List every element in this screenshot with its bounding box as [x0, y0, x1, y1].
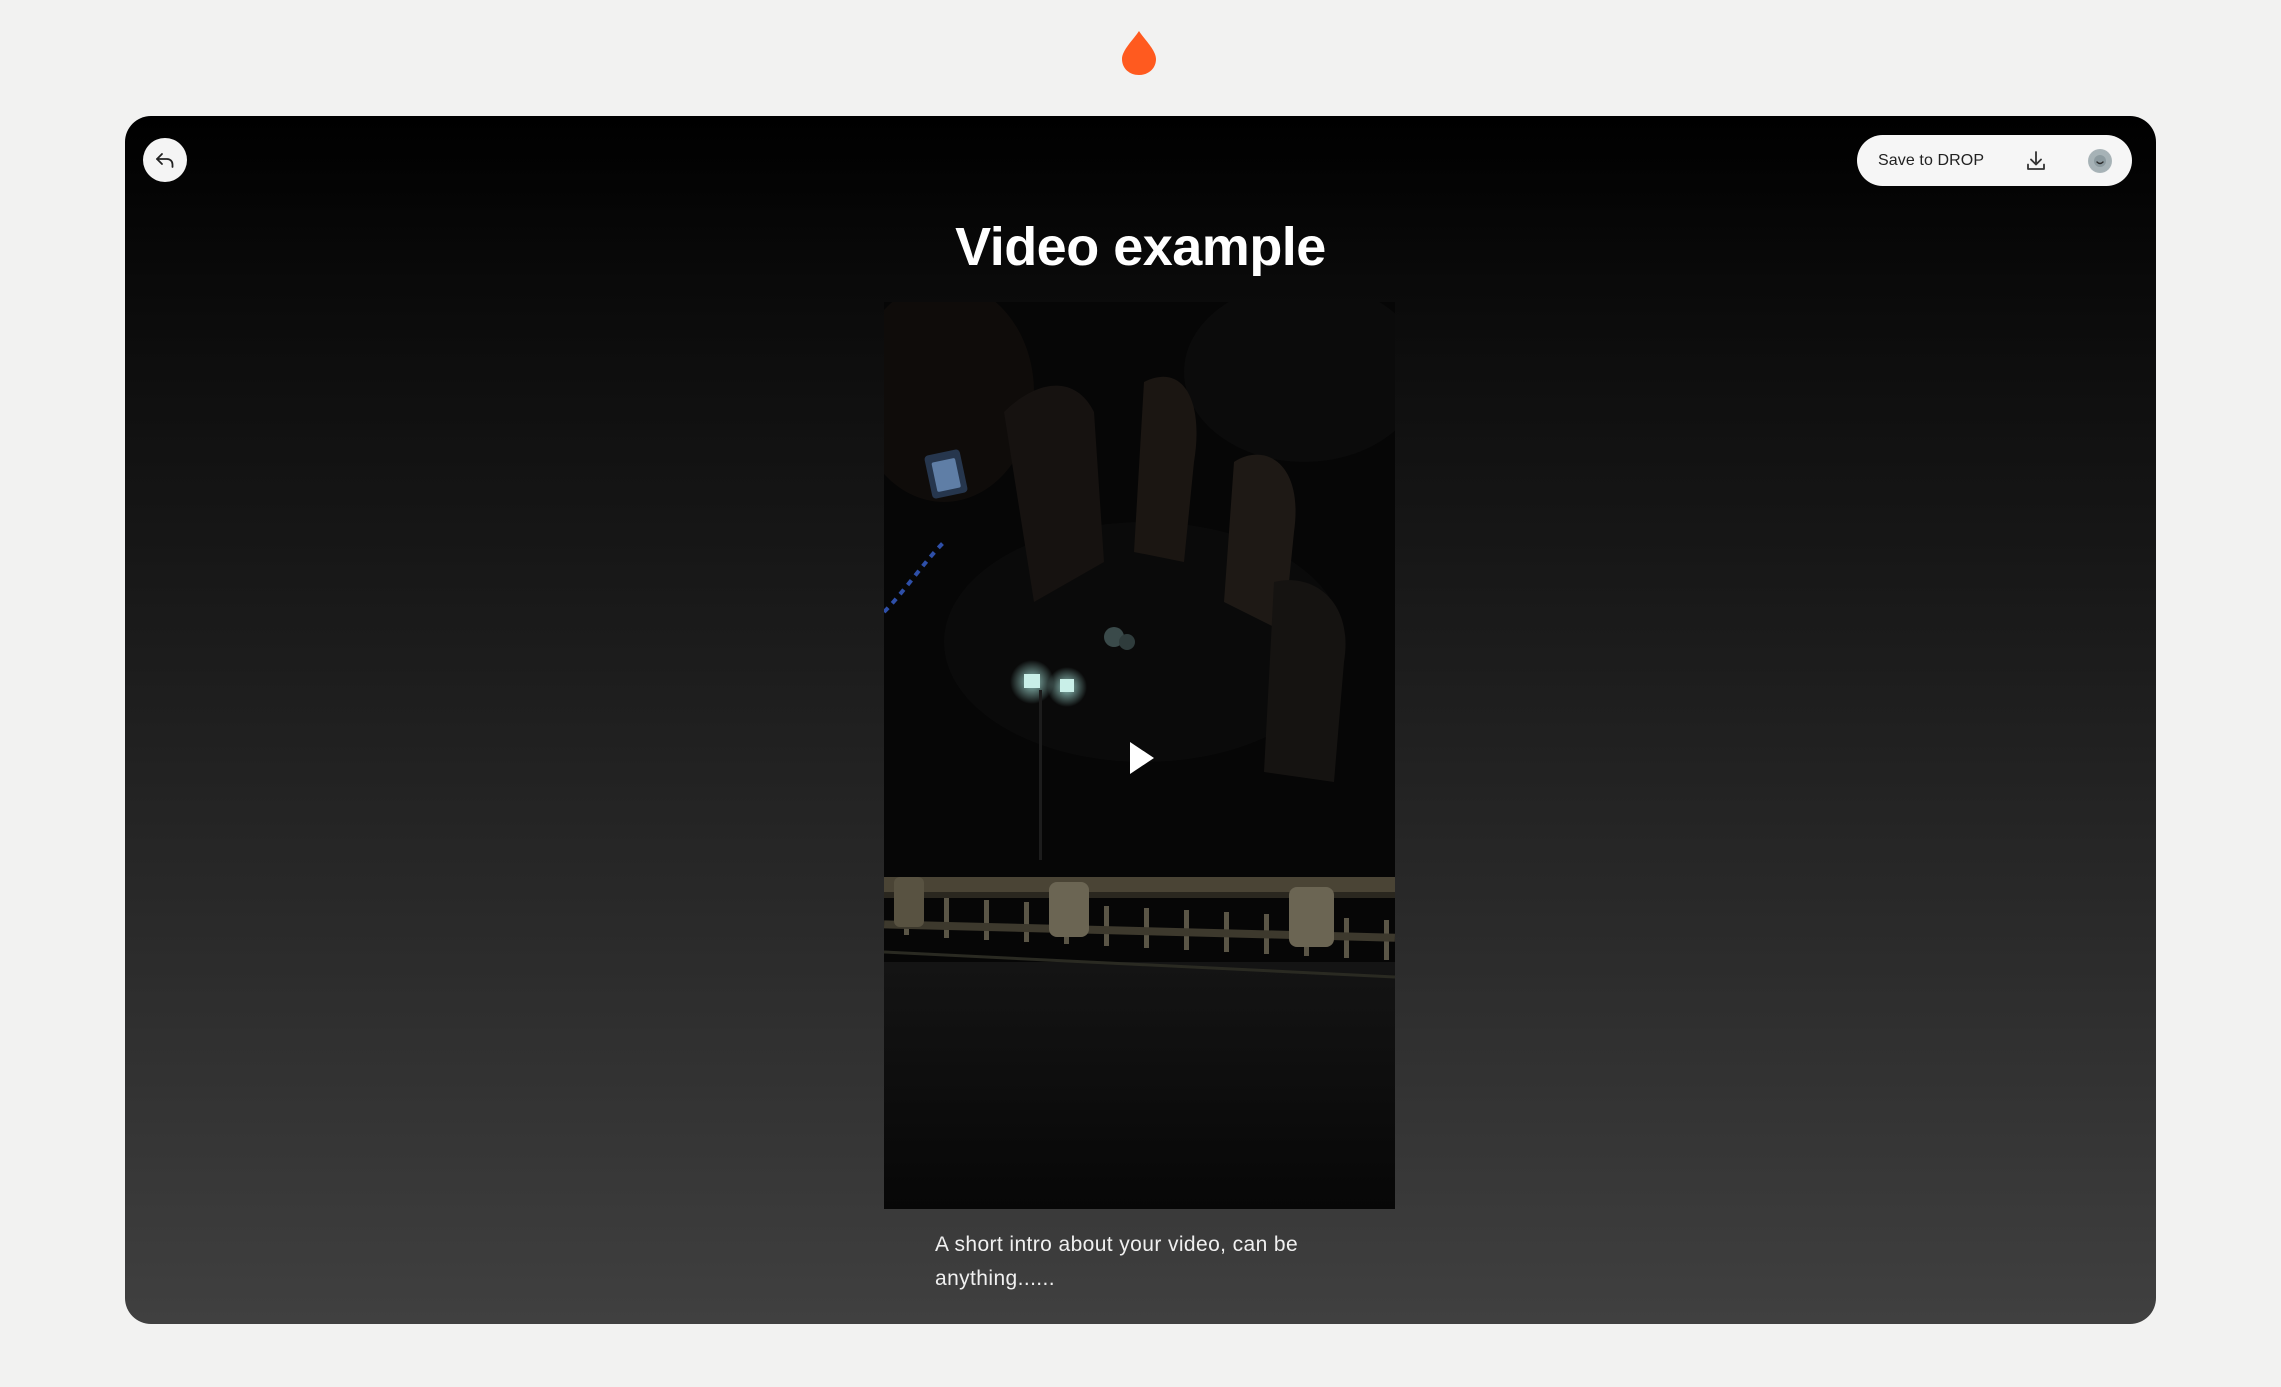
- back-arrow-icon: [156, 153, 174, 168]
- video-caption: A short intro about your video, can be a…: [935, 1233, 1299, 1290]
- download-icon: [2027, 150, 2045, 170]
- drop-icon: [1122, 31, 1156, 75]
- page: Save to DROP Video example A short intro…: [0, 0, 2281, 1387]
- save-to-drop-button[interactable]: Save to DROP: [1878, 152, 1984, 170]
- video-preview-card: Save to DROP Video example A short intro…: [125, 116, 2156, 1324]
- page-title: Video example: [955, 217, 1326, 277]
- download-button[interactable]: [2022, 147, 2050, 175]
- save-toolbar: Save to DROP: [1857, 135, 2132, 186]
- play-icon[interactable]: [1120, 738, 1160, 778]
- avatar-icon: [2089, 149, 2111, 172]
- video-player[interactable]: [884, 302, 1395, 1209]
- back-button[interactable]: [143, 138, 187, 182]
- avatar[interactable]: [2088, 148, 2112, 173]
